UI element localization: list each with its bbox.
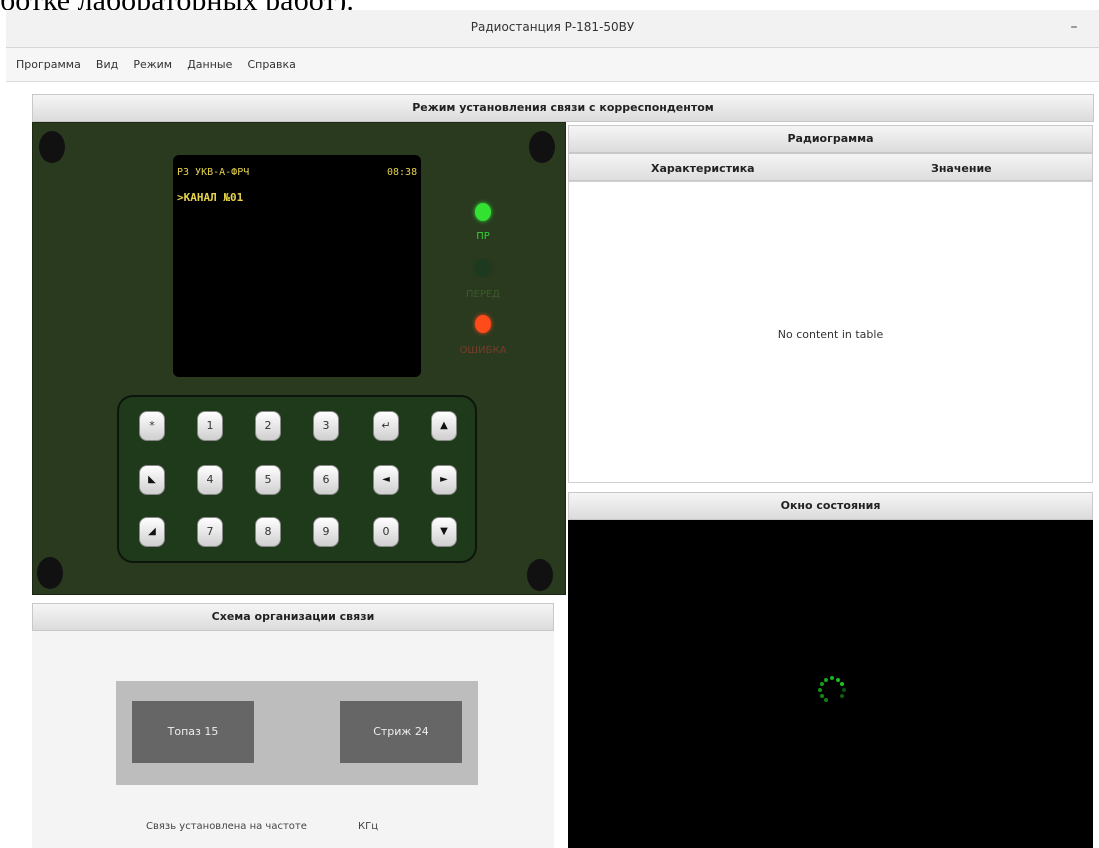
key-4[interactable]: 4	[197, 465, 223, 495]
spinner-dot	[836, 677, 840, 682]
menu-item-mode[interactable]: Режим	[133, 58, 172, 71]
key-star[interactable]: *	[139, 411, 165, 441]
spinner-dot	[819, 694, 824, 698]
schema-panel-title: Схема организации связи	[32, 603, 554, 631]
menu-item-data[interactable]: Данные	[187, 58, 232, 71]
key-2[interactable]: 2	[255, 411, 281, 441]
radiogram-table-header: Характеристика Значение	[568, 153, 1093, 181]
keypad: * 1 2 3 ↵ ▲ ◣ 4 5 6 ◄ ► ◢ 7 8 9 0 ▼	[117, 395, 477, 563]
window-titlebar: Радиостанция Р-181-50ВУ –	[6, 10, 1099, 48]
column-header-value[interactable]: Значение	[931, 162, 992, 175]
key-left-arrow-icon[interactable]: ◄	[373, 465, 399, 495]
led-error-indicator	[475, 315, 491, 333]
key-enter[interactable]: ↵	[373, 411, 399, 441]
key-right-arrow-icon[interactable]: ►	[431, 465, 457, 495]
key-6[interactable]: 6	[313, 465, 339, 495]
node-strizh[interactable]: Стриж 24	[340, 701, 462, 763]
key-9[interactable]: 9	[313, 517, 339, 547]
frequency-unit: КГц	[358, 821, 379, 832]
spinner-dot	[842, 688, 846, 692]
key-3[interactable]: 3	[313, 411, 339, 441]
menu-bar: Программа Вид Режим Данные Справка	[6, 48, 1099, 82]
schema-panel: Топаз 15 Стриж 24 Связь установлена на ч…	[32, 631, 554, 848]
spinner-dot	[840, 682, 845, 686]
key-down-arrow-icon[interactable]: ▼	[431, 517, 457, 547]
key-corner-left-icon[interactable]: ◣	[139, 465, 165, 495]
key-1[interactable]: 1	[197, 411, 223, 441]
menu-item-view[interactable]: Вид	[96, 58, 118, 71]
led-transmit-label: ПЕРЕД	[466, 289, 500, 300]
spinner-dot	[819, 682, 824, 686]
table-empty-message: No content in table	[777, 328, 884, 341]
main-panel-title: Режим установления связи с корреспондент…	[32, 94, 1094, 122]
node-topaz[interactable]: Топаз 15	[132, 701, 254, 763]
spinner-dot	[830, 676, 834, 680]
status-window	[568, 520, 1093, 848]
led-error-label: ОШИБКА	[459, 345, 507, 356]
screw-icon	[39, 131, 65, 163]
spinner-dot	[840, 694, 845, 698]
column-header-characteristic[interactable]: Характеристика	[651, 162, 755, 175]
connection-status-text: Связь установлена на частоте	[146, 821, 307, 832]
key-7[interactable]: 7	[197, 517, 223, 547]
key-5[interactable]: 5	[255, 465, 281, 495]
minimize-icon[interactable]: –	[1065, 18, 1083, 36]
key-0[interactable]: 0	[373, 517, 399, 547]
radio-device-panel: РЗ УКВ-А-ФРЧ 08:38 >КАНАЛ №01 ПР ПЕРЕД О…	[32, 122, 566, 595]
status-window-title: Окно состояния	[568, 492, 1093, 520]
screw-icon	[527, 559, 553, 591]
spinner-dot	[818, 688, 822, 693]
radiogram-table: No content in table	[568, 181, 1093, 483]
key-up-arrow-icon[interactable]: ▲	[431, 411, 457, 441]
key-corner-right-icon[interactable]: ◢	[139, 517, 165, 547]
window-title: Радиостанция Р-181-50ВУ	[470, 20, 635, 34]
schema-diagram: Топаз 15 Стриж 24	[116, 681, 478, 785]
menu-item-help[interactable]: Справка	[247, 58, 295, 71]
lcd-screen: РЗ УКВ-А-ФРЧ 08:38 >КАНАЛ №01	[173, 155, 421, 377]
lcd-header: РЗ УКВ-А-ФРЧ	[177, 167, 250, 178]
radiogram-panel-title: Радиограмма	[568, 125, 1093, 153]
lcd-channel: >КАНАЛ №01	[177, 191, 244, 204]
key-8[interactable]: 8	[255, 517, 281, 547]
screw-icon	[529, 131, 555, 163]
led-receive-label: ПР	[476, 231, 490, 242]
spinner-dot	[824, 677, 828, 682]
screw-icon	[37, 557, 63, 589]
spinner-dot	[824, 698, 828, 703]
led-receive-indicator	[475, 203, 491, 221]
led-transmit-indicator	[475, 259, 491, 277]
menu-item-program[interactable]: Программа	[16, 58, 81, 71]
lcd-time: 08:38	[387, 167, 418, 178]
